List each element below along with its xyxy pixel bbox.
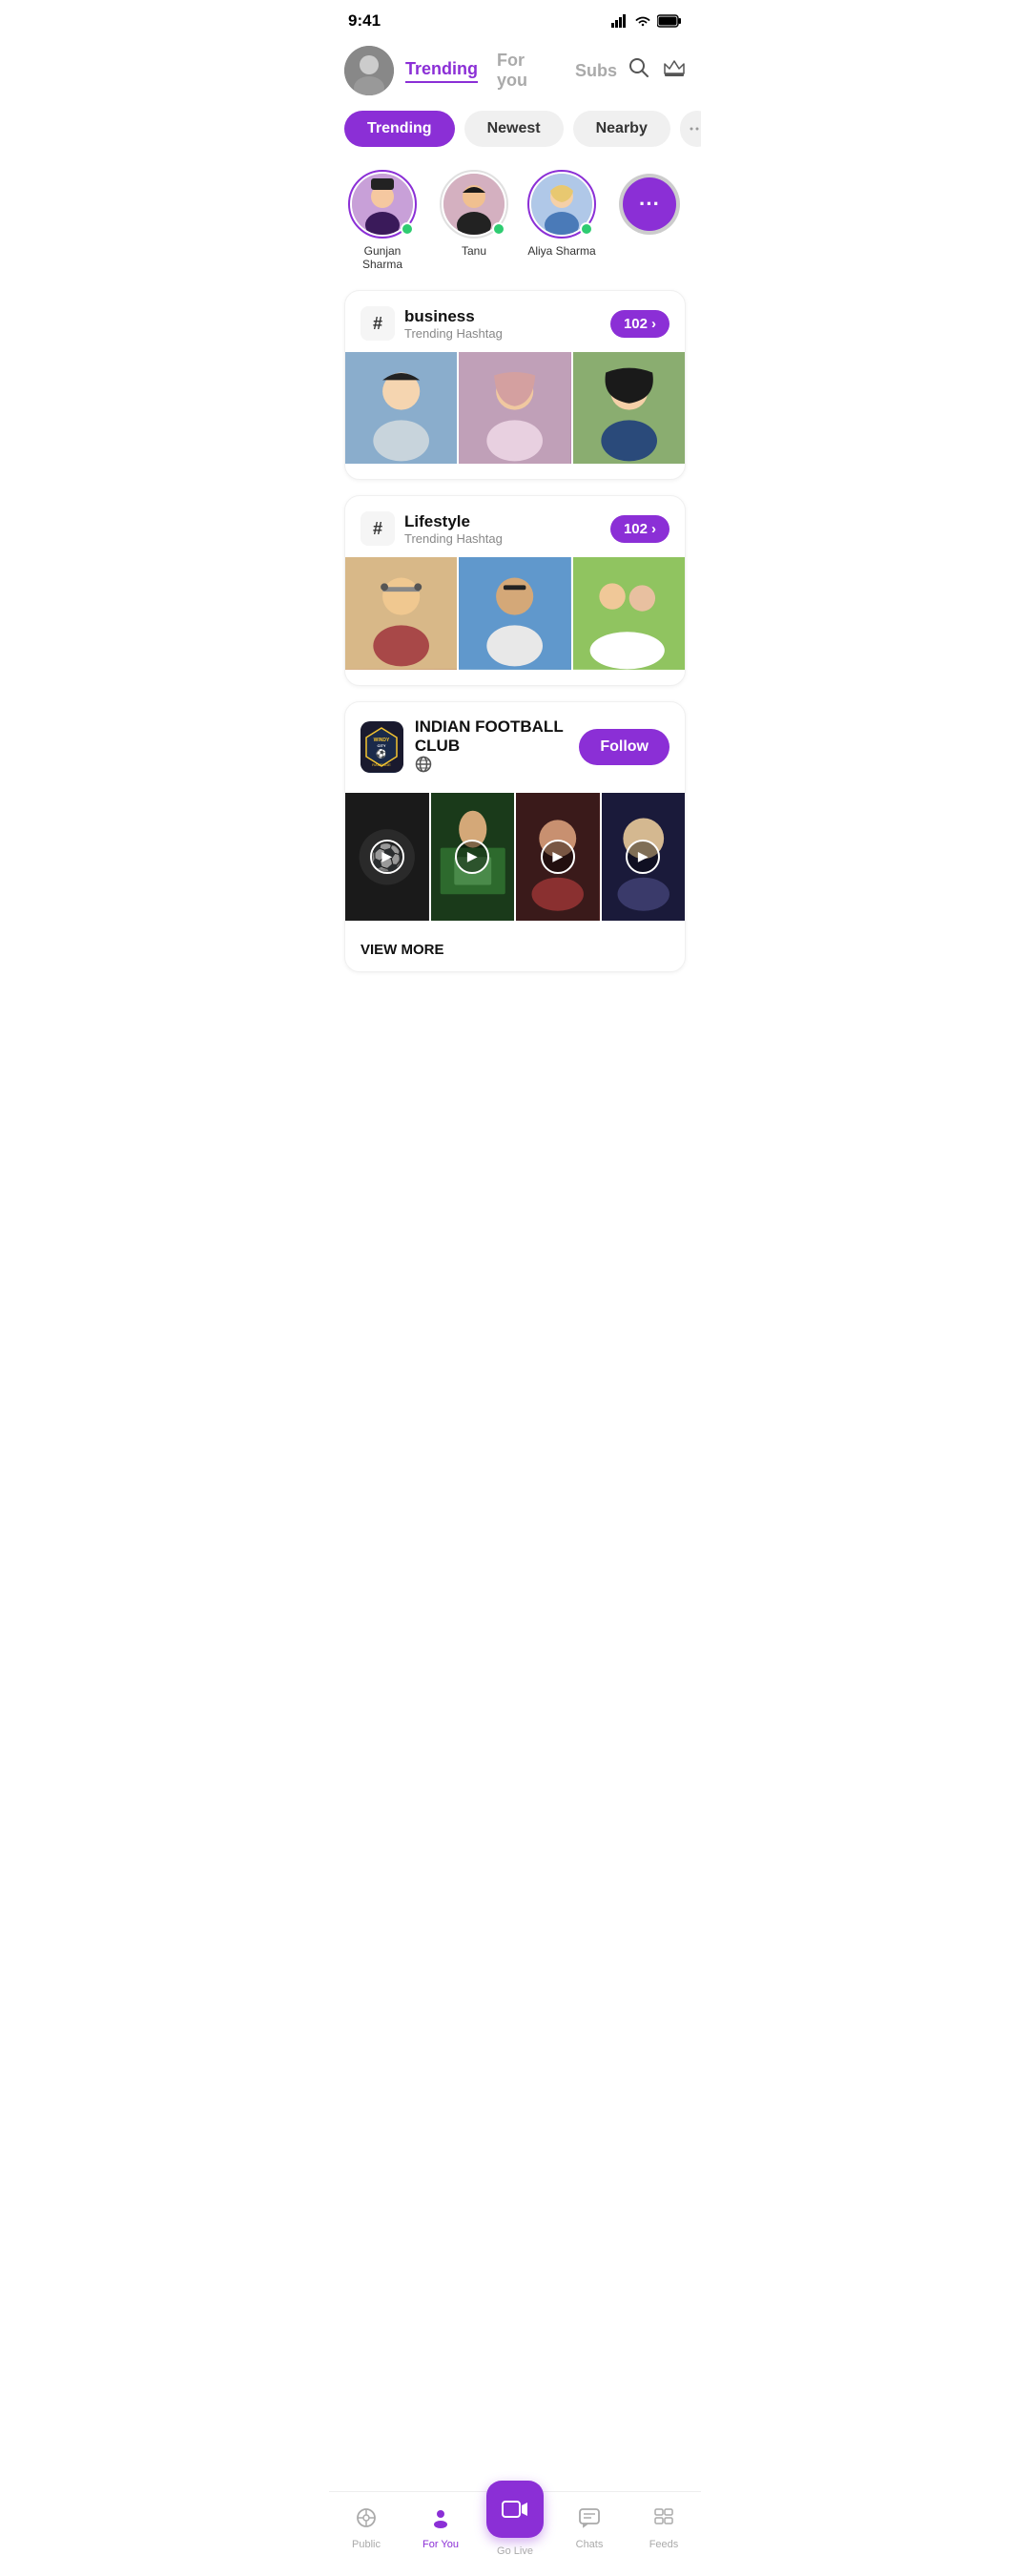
hashtag-symbol-business: # xyxy=(360,306,395,341)
hashtag-image-business-2[interactable] xyxy=(459,352,570,464)
hashtag-subtitle-business: Trending Hashtag xyxy=(404,326,503,341)
story-item-more[interactable]: ··· xyxy=(615,170,684,244)
chevron-right-icon-2: › xyxy=(651,521,656,537)
story-label-gunjan: Gunjan Sharma xyxy=(344,244,421,271)
hashtag-image-business-1[interactable] xyxy=(345,352,457,464)
club-info-left: WINDY CITY ⚽ RAMPAGE INDIAN FOOTBALL CLU… xyxy=(360,717,579,778)
nav-item-chats[interactable]: Chats xyxy=(561,2506,618,2550)
hashtag-title-lifestyle: Lifestyle xyxy=(404,512,503,531)
video-play-3[interactable]: ▶ xyxy=(516,793,600,922)
club-video-2[interactable]: ▶ xyxy=(431,793,515,922)
chats-icon xyxy=(578,2506,601,2535)
wifi-icon xyxy=(634,14,651,28)
feeds-icon xyxy=(652,2506,675,2535)
nav-item-public[interactable]: Public xyxy=(338,2506,395,2550)
filter-nearby[interactable]: Nearby xyxy=(573,111,670,147)
club-globe-icon xyxy=(415,756,579,778)
battery-icon xyxy=(657,14,682,28)
story-label-tanu: Tanu xyxy=(462,244,486,258)
user-avatar[interactable] xyxy=(344,46,394,95)
club-name-text: INDIAN FOOTBALL CLUB xyxy=(415,717,579,756)
hashtag-card-lifestyle: # Lifestyle Trending Hashtag 102 › xyxy=(344,495,686,685)
public-icon xyxy=(355,2506,378,2535)
status-bar: 9:41 xyxy=(329,0,701,38)
hashtag-images-business xyxy=(345,352,685,479)
nav-subs[interactable]: Subs xyxy=(575,61,617,81)
nav-label-for-you: For You xyxy=(422,2539,459,2550)
hashtag-left-business: # business Trending Hashtag xyxy=(360,306,503,341)
view-more-button[interactable]: VIEW MORE xyxy=(345,928,685,971)
story-label-aliya: Aliya Sharma xyxy=(527,244,595,258)
story-item-gunjan[interactable]: Gunjan Sharma xyxy=(344,170,421,271)
club-video-1[interactable]: ⚽ ▶ xyxy=(345,793,429,922)
video-play-2[interactable]: ▶ xyxy=(431,793,515,922)
svg-text:CITY: CITY xyxy=(378,743,386,748)
search-icon[interactable] xyxy=(628,57,649,84)
hashtag-count-lifestyle[interactable]: 102 › xyxy=(610,515,670,543)
signal-icon xyxy=(611,14,628,28)
hashtag-image-lifestyle-3[interactable] xyxy=(573,557,685,669)
club-logo: WINDY CITY ⚽ RAMPAGE xyxy=(360,721,403,773)
hashtag-symbol-lifestyle: # xyxy=(360,511,395,546)
nav-item-go-live[interactable]: Go Live xyxy=(486,2500,544,2557)
filter-trending[interactable]: Trending xyxy=(344,111,455,147)
crown-icon[interactable] xyxy=(663,58,686,83)
stories-row: Gunjan Sharma Tanu xyxy=(329,162,701,290)
story-item-tanu[interactable]: Tanu xyxy=(440,170,508,258)
status-icons xyxy=(611,14,682,28)
video-play-4[interactable]: ▶ xyxy=(602,793,686,922)
online-dot-aliya xyxy=(580,222,593,236)
status-time: 9:41 xyxy=(348,11,381,31)
svg-text:⚽: ⚽ xyxy=(376,748,387,758)
follow-button[interactable]: Follow xyxy=(579,729,670,765)
for-you-icon xyxy=(429,2506,452,2535)
nav-item-for-you[interactable]: For You xyxy=(412,2506,469,2550)
header-navigation: Trending For you Subs xyxy=(405,51,617,91)
go-live-button[interactable] xyxy=(486,2481,544,2538)
hashtag-info-lifestyle: Lifestyle Trending Hashtag xyxy=(404,512,503,546)
hashtag-subtitle-lifestyle: Trending Hashtag xyxy=(404,531,503,546)
club-video-4[interactable]: ▶ xyxy=(602,793,686,922)
nav-label-public: Public xyxy=(352,2539,381,2550)
club-card: WINDY CITY ⚽ RAMPAGE INDIAN FOOTBALL CLU… xyxy=(344,701,686,973)
nav-label-go-live: Go Live xyxy=(497,2545,533,2557)
story-item-aliya[interactable]: Aliya Sharma xyxy=(527,170,596,258)
hashtag-left-lifestyle: # Lifestyle Trending Hashtag xyxy=(360,511,503,546)
nav-label-feeds: Feeds xyxy=(649,2539,679,2550)
chevron-right-icon: › xyxy=(651,316,656,332)
nav-trending[interactable]: Trending xyxy=(405,59,478,83)
club-name-info: INDIAN FOOTBALL CLUB xyxy=(415,717,579,778)
story-more-button[interactable]: ··· xyxy=(623,177,676,231)
video-play-1[interactable]: ▶ xyxy=(345,793,429,922)
club-header: WINDY CITY ⚽ RAMPAGE INDIAN FOOTBALL CLU… xyxy=(345,702,685,793)
online-dot-gunjan xyxy=(401,222,414,236)
hashtag-info-business: business Trending Hashtag xyxy=(404,307,503,341)
hashtag-count-business[interactable]: 102 › xyxy=(610,310,670,338)
hashtag-header-lifestyle: # Lifestyle Trending Hashtag 102 › xyxy=(345,496,685,557)
hashtag-title-business: business xyxy=(404,307,503,326)
nav-label-chats: Chats xyxy=(576,2539,604,2550)
hashtag-card-business: # business Trending Hashtag 102 › xyxy=(344,290,686,480)
club-video-3[interactable]: ▶ xyxy=(516,793,600,922)
avatar-image xyxy=(344,46,394,95)
hashtag-image-lifestyle-1[interactable] xyxy=(345,557,457,669)
nav-for-you[interactable]: For you xyxy=(497,51,556,91)
club-video-grid: ⚽ ▶ ▶ ▶ xyxy=(345,793,685,929)
hashtag-images-lifestyle xyxy=(345,557,685,684)
filter-newest[interactable]: Newest xyxy=(464,111,564,147)
svg-text:RAMPAGE: RAMPAGE xyxy=(373,762,392,767)
online-dot-tanu xyxy=(492,222,505,236)
hashtag-image-business-3[interactable] xyxy=(573,352,685,464)
header-action-icons xyxy=(628,57,686,84)
header: Trending For you Subs xyxy=(329,38,701,111)
nav-item-feeds[interactable]: Feeds xyxy=(635,2506,692,2550)
filter-bar: Trending Newest Nearby xyxy=(329,111,701,162)
hashtag-header-business: # business Trending Hashtag 102 › xyxy=(345,291,685,352)
hashtag-image-lifestyle-2[interactable] xyxy=(459,557,570,669)
filter-more[interactable] xyxy=(680,111,701,147)
bottom-nav: Public For You Go Live xyxy=(329,2491,701,2576)
